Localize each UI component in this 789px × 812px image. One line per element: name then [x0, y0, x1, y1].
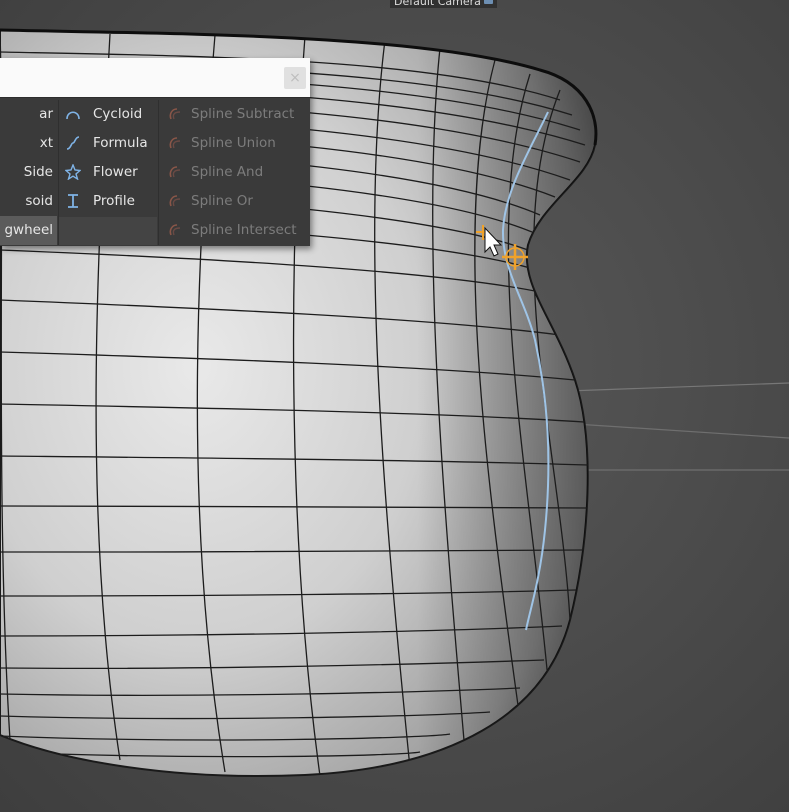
camera-label[interactable]: Default Camera [390, 0, 497, 8]
menu-item-label: Spline Subtract [191, 106, 295, 122]
camera-icon [483, 0, 493, 4]
menu-grid: ar xt Side soid gwheel Cycloid Formula F… [0, 100, 310, 246]
menu-item-spline-and[interactable]: Spline And [159, 158, 311, 187]
menu-item-label: gwheel [4, 222, 53, 238]
menu-item-cycloid[interactable]: Cycloid [59, 100, 157, 129]
menu-item-label: Flower [93, 164, 138, 180]
menu-search-bar[interactable]: × [0, 58, 310, 98]
menu-column-left: ar xt Side soid gwheel [0, 100, 57, 245]
menu-column-middle: Cycloid Formula Flower Profile [58, 100, 157, 245]
menu-item-partial-3[interactable]: Side [0, 158, 57, 187]
menu-item-partial-4[interactable]: soid [0, 187, 57, 216]
menu-column-right: Spline Subtract Spline Union Spline And [158, 100, 311, 245]
profile-icon [68, 194, 78, 208]
spline-or-icon [169, 195, 181, 207]
menu-item-empty [59, 217, 157, 245]
menu-item-spline-subtract[interactable]: Spline Subtract [159, 100, 311, 129]
menu-item-label: ar [39, 106, 53, 122]
search-clear-button[interactable]: × [284, 67, 306, 89]
menu-item-formula[interactable]: Formula [59, 129, 157, 158]
spline-subtract-icon [169, 108, 181, 120]
3d-viewport[interactable]: Default Camera × ar xt Side soid gwheel … [0, 0, 789, 812]
menu-item-partial-1[interactable]: ar [0, 100, 57, 129]
menu-item-label: Spline Or [191, 193, 253, 209]
menu-item-spline-or[interactable]: Spline Or [159, 187, 311, 216]
menu-item-label: Cycloid [93, 106, 143, 122]
flower-icon [65, 164, 81, 180]
menu-item-label: Spline Union [191, 135, 276, 151]
menu-item-spline-intersect[interactable]: Spline Intersect [159, 216, 311, 245]
menu-item-label: Spline Intersect [191, 222, 297, 238]
menu-item-label: Side [23, 164, 53, 180]
cycloid-icon [66, 111, 80, 120]
menu-item-label: Profile [93, 193, 135, 209]
menu-item-spline-union[interactable]: Spline Union [159, 129, 311, 158]
menu-item-label: Formula [93, 135, 148, 151]
menu-item-label: soid [25, 193, 53, 209]
formula-icon [66, 136, 80, 150]
menu-item-flower[interactable]: Flower [59, 158, 157, 187]
menu-item-label: Spline And [191, 164, 264, 180]
guide-line [559, 422, 789, 439]
menu-search-input[interactable] [0, 58, 286, 98]
menu-item-partial-5[interactable]: gwheel [0, 216, 57, 245]
menu-item-label: xt [39, 135, 53, 151]
menu-item-profile[interactable]: Profile [59, 187, 157, 216]
menu-item-partial-2[interactable]: xt [0, 129, 57, 158]
spline-and-icon [169, 166, 181, 178]
camera-label-text: Default Camera [394, 0, 481, 8]
spline-union-icon [169, 137, 181, 149]
spline-primitive-menu[interactable]: × ar xt Side soid gwheel Cycloid Formula… [0, 58, 310, 246]
spline-intersect-icon [169, 224, 181, 236]
